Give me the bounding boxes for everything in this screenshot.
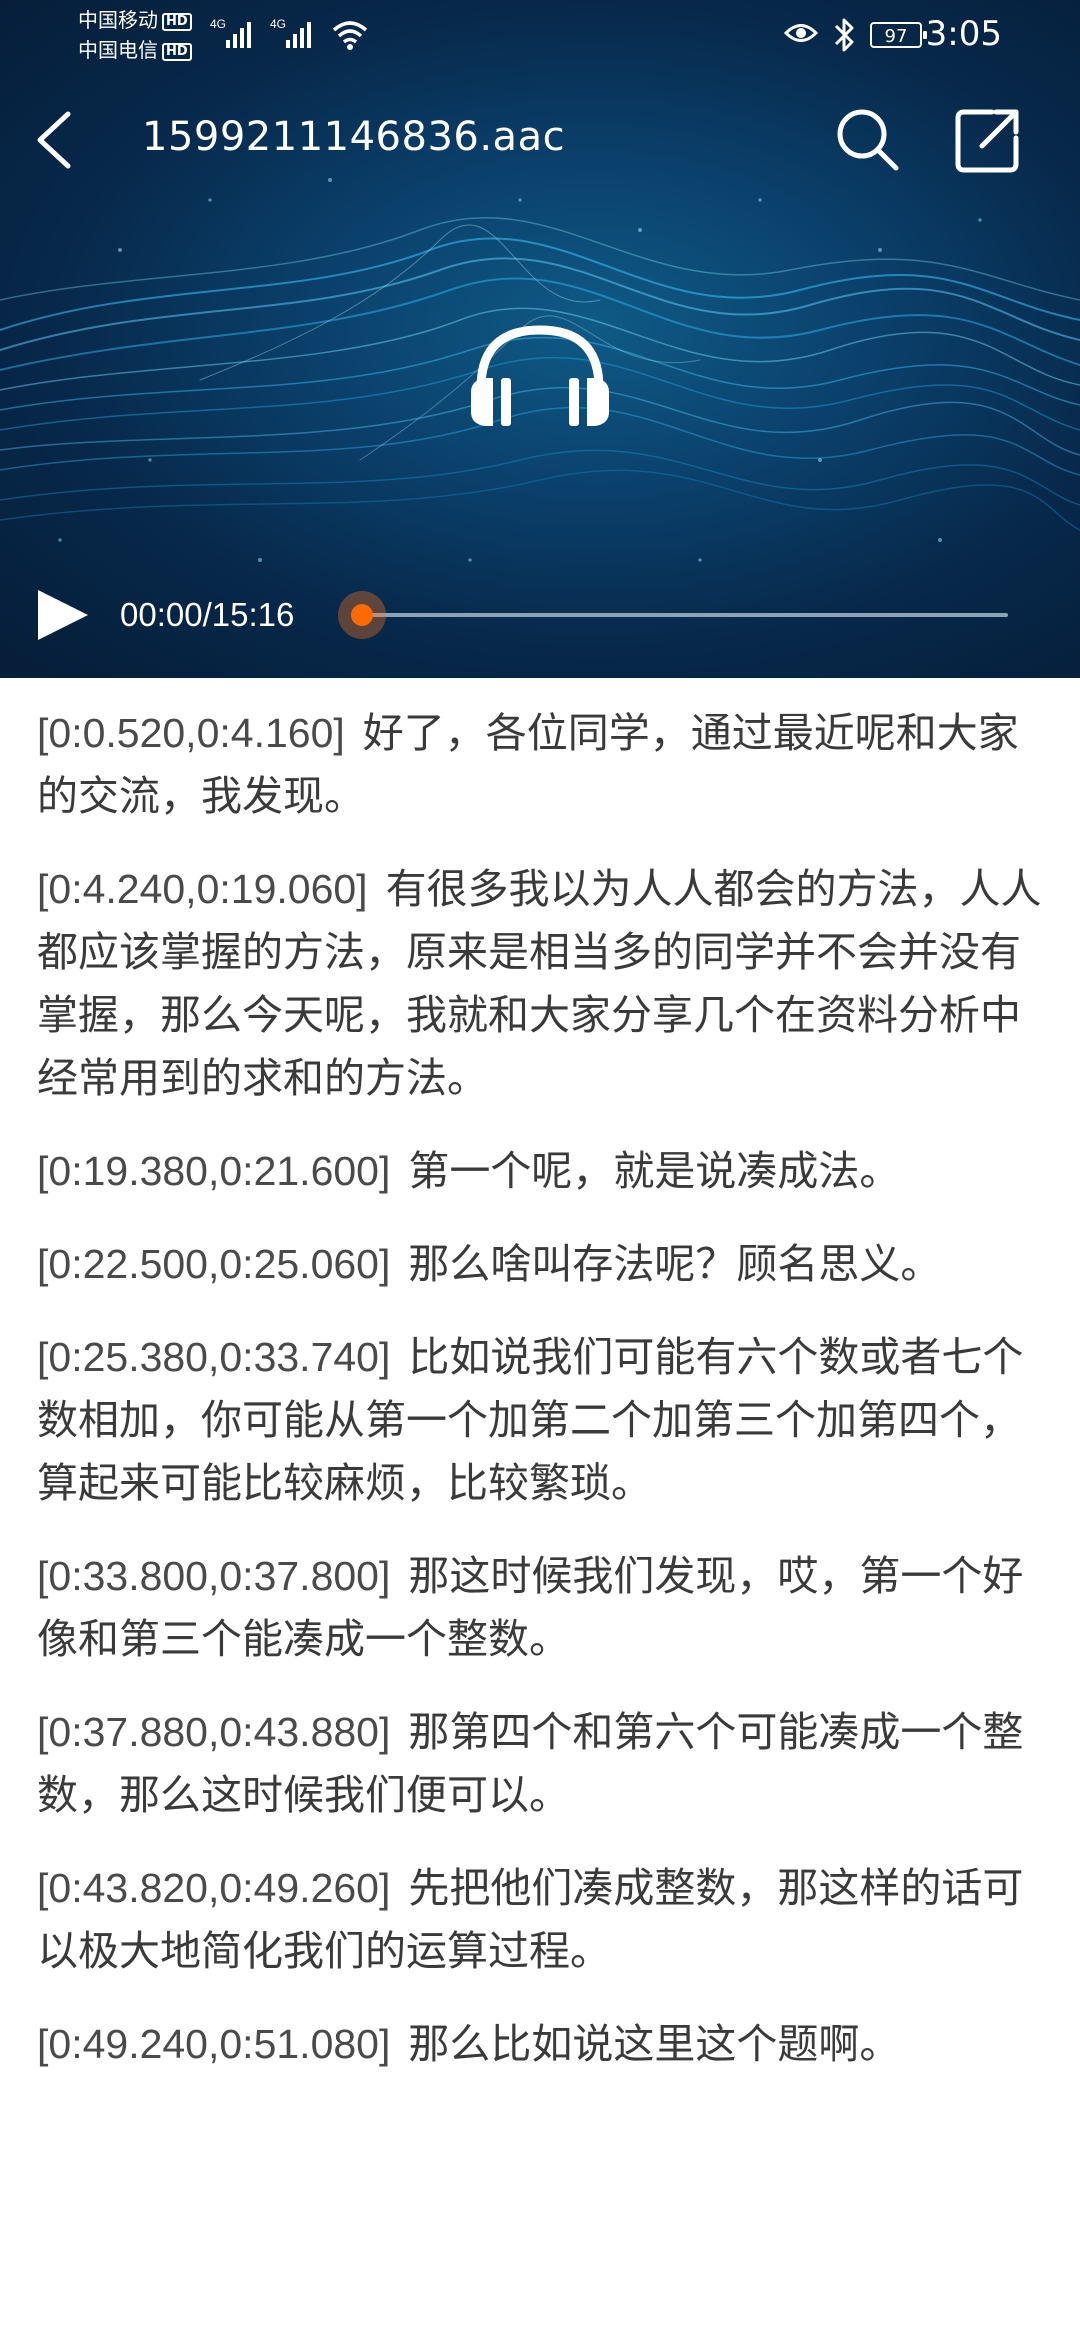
transcript-timestamp: [0:43.820,0:49.260]	[37, 1865, 391, 1911]
transcript-text: 那么比如说这里这个题啊。	[408, 2021, 901, 2067]
signal-icon: 4G	[210, 17, 251, 48]
back-button[interactable]	[24, 100, 88, 180]
battery-indicator: 97	[870, 22, 927, 48]
status-bar: 中国移动 HD 中国电信 HD 4G 4G 97 3:05	[0, 0, 1080, 70]
play-icon	[38, 590, 88, 640]
transcript-timestamp: [0:22.500,0:25.060]	[37, 1241, 391, 1287]
progress-slider[interactable]	[363, 613, 1008, 617]
transcript-entry[interactable]: [0:33.800,0:37.800] 那这时候我们发现，哎，第一个好像和第三个能…	[37, 1545, 1054, 1671]
network-type-label: 4G	[270, 17, 286, 31]
eye-icon	[784, 24, 818, 42]
play-button[interactable]	[34, 586, 92, 644]
transcript-list: [0:0.520,0:4.160] 好了，各位同学，通过最近呢和大家的交流，我发现…	[0, 678, 1080, 2076]
transcript-timestamp: [0:4.240,0:19.060]	[37, 866, 368, 912]
transcript-entry[interactable]: [0:25.380,0:33.740] 比如说我们可能有六个数或者七个数相加，你可…	[37, 1326, 1054, 1515]
share-button[interactable]	[952, 102, 1026, 176]
transcript-timestamp: [0:25.380,0:33.740]	[37, 1334, 391, 1380]
transcript-text: 那么啥叫存法呢？顾名思义。	[408, 1241, 942, 1287]
progress-thumb[interactable]	[338, 591, 386, 639]
share-icon	[955, 109, 1019, 173]
transcript-timestamp: [0:49.240,0:51.080]	[37, 2021, 391, 2067]
back-icon	[37, 111, 71, 169]
transcript-entry[interactable]: [0:49.240,0:51.080] 那么比如说这里这个题啊。	[37, 2013, 1054, 2076]
transcript-entry[interactable]: [0:19.380,0:21.600] 第一个呢，就是说凑成法。	[37, 1140, 1054, 1203]
hd-badge: HD	[162, 12, 192, 31]
transcript-timestamp: [0:33.800,0:37.800]	[37, 1553, 391, 1599]
bluetooth-icon	[834, 18, 854, 52]
search-button[interactable]	[830, 102, 904, 176]
carrier-2: 中国电信 HD	[78, 38, 192, 62]
transcript-timestamp: [0:37.880,0:43.880]	[37, 1709, 391, 1755]
carrier-1-label: 中国移动	[78, 8, 158, 32]
file-title: 1599211146836.aac	[142, 114, 566, 160]
transcript-timestamp: [0:0.520,0:4.160]	[37, 710, 345, 756]
wifi-icon	[332, 21, 368, 50]
hd-badge: HD	[162, 42, 192, 61]
carrier-2-label: 中国电信	[78, 38, 158, 62]
carrier-1: 中国移动 HD	[78, 8, 192, 32]
network-type-label: 4G	[210, 17, 226, 31]
transcript-entry[interactable]: [0:37.880,0:43.880] 那第四个和第六个可能凑成一个整数，那么这时…	[37, 1701, 1054, 1827]
signal-icon: 4G	[270, 17, 311, 48]
headphone-icon	[471, 325, 609, 426]
transcript-entry[interactable]: [0:22.500,0:25.060] 那么啥叫存法呢？顾名思义。	[37, 1233, 1054, 1296]
transcript-entry[interactable]: [0:0.520,0:4.160] 好了，各位同学，通过最近呢和大家的交流，我发现…	[37, 702, 1054, 828]
transcript-entry[interactable]: [0:43.820,0:49.260] 先把他们凑成整数，那这样的话可以极大地简化…	[37, 1857, 1054, 1983]
search-icon	[837, 109, 899, 171]
playback-time: 00:00/15:16	[120, 596, 295, 633]
transcript-text: 第一个呢，就是说凑成法。	[408, 1148, 901, 1194]
audio-header: 中国移动 HD 中国电信 HD 4G 4G 97 3:05 1599211146…	[0, 0, 1080, 678]
transcript-entry[interactable]: [0:4.240,0:19.060] 有很多我以为人人都会的方法，人人都应该掌握的…	[37, 858, 1054, 1110]
transcript-timestamp: [0:19.380,0:21.600]	[37, 1148, 391, 1194]
clock: 3:05	[925, 14, 1002, 54]
